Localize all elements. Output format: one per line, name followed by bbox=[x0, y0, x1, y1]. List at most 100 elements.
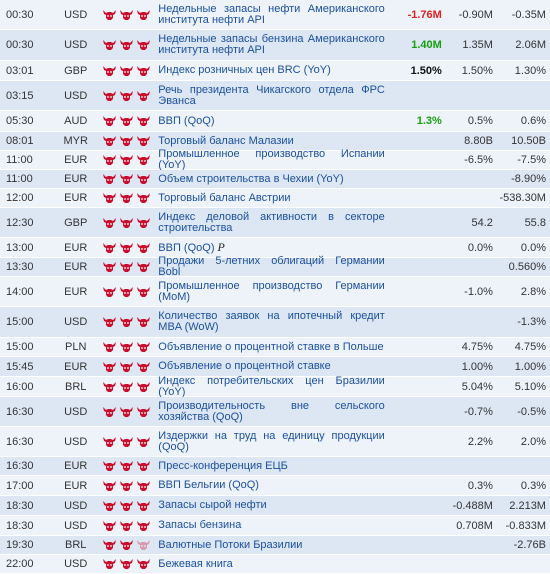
bull-icon bbox=[102, 135, 117, 147]
importance-rating bbox=[100, 65, 155, 77]
calendar-row[interactable]: 13:30 EUR Продажи 5-летних облигаций Гер… bbox=[0, 256, 550, 278]
event-time: 15:00 bbox=[6, 316, 34, 328]
event-name-link[interactable]: Объем строительства в Чехии (YoY) bbox=[155, 173, 390, 185]
event-name-link[interactable]: Речь президента Чикагского отдела ФРС Эв… bbox=[155, 84, 390, 107]
event-name[interactable]: Производительность вне сельского хозяйст… bbox=[158, 400, 384, 423]
event-name[interactable]: Количество заявок на ипотечный кредит MB… bbox=[158, 310, 384, 333]
previous-value: 10.50B bbox=[511, 135, 546, 147]
event-time: 00:30 bbox=[6, 39, 34, 51]
calendar-row[interactable]: 15:00 PLN Объявление о процентной ставке… bbox=[0, 338, 550, 357]
event-name[interactable]: Валютные Потоки Бразилии bbox=[158, 539, 302, 551]
calendar-row[interactable]: 12:30 GBP Индекс деловой активности в се… bbox=[0, 208, 550, 238]
calendar-row[interactable]: 16:00 BRL Индекс потребительских цен Бра… bbox=[0, 375, 550, 398]
event-name[interactable]: Объявление о процентной ставке bbox=[158, 360, 330, 372]
event-name-link[interactable]: Промышленное производство Германии (MoM) bbox=[155, 280, 390, 303]
event-name-link[interactable]: Объявление о процентной ставке в Польше bbox=[155, 341, 390, 353]
event-name[interactable]: Промышленное производство Германии (MoM) bbox=[158, 280, 384, 303]
event-name-link[interactable]: Индекс розничных цен BRC (YoY) bbox=[155, 65, 390, 76]
event-name-link[interactable]: Торговый баланс Австрии bbox=[155, 192, 390, 204]
event-name-link[interactable]: Пресс-конференция ЕЦБ bbox=[155, 460, 390, 472]
importance-rating bbox=[100, 173, 155, 185]
event-name-link[interactable]: Запасы сырой нефти bbox=[155, 500, 390, 511]
event-name[interactable]: Индекс деловой активности в секторе стро… bbox=[158, 211, 384, 234]
event-name[interactable]: Индекс розничных цен BRC (YoY) bbox=[158, 64, 330, 76]
event-name[interactable]: Пресс-конференция ЕЦБ bbox=[158, 460, 288, 472]
calendar-row[interactable]: 18:30 USD Запасы бензина 0.708M -0.833M bbox=[0, 516, 550, 536]
event-name[interactable]: Запасы бензина bbox=[158, 519, 241, 531]
event-name-link[interactable]: Торговый баланс Малазии bbox=[155, 135, 390, 147]
calendar-row[interactable]: 22:00 USD Бежевая книга bbox=[0, 555, 550, 574]
calendar-row[interactable]: 18:30 USD Запасы сырой нефти -0.488M 2.2… bbox=[0, 496, 550, 516]
event-name[interactable]: Продажи 5-летних облигаций Германии Bobl bbox=[158, 255, 384, 278]
importance-rating bbox=[100, 90, 155, 102]
event-name[interactable]: Торговый баланс Малазии bbox=[158, 135, 293, 147]
event-name-link[interactable]: ВВП Бельгии (QoQ) bbox=[155, 480, 390, 491]
event-time: 03:15 bbox=[6, 89, 34, 102]
previous-value: 4.75% bbox=[514, 341, 546, 353]
calendar-row[interactable]: 00:30 USD Недельные запасы бензина Амери… bbox=[0, 30, 550, 61]
importance-rating bbox=[100, 558, 155, 570]
previous-value: 1.30% bbox=[514, 64, 546, 77]
event-name-link[interactable]: ВВП (QoQ) bbox=[155, 115, 390, 127]
previous-value: 2.06M bbox=[515, 39, 546, 51]
event-name-link[interactable]: Недельные запасы нефти Американского инс… bbox=[155, 3, 390, 26]
event-name[interactable]: Объем строительства в Чехии (YoY) bbox=[158, 173, 343, 185]
calendar-row[interactable]: 16:30 USD Издержки на труд на единицу пр… bbox=[0, 427, 550, 457]
calendar-row[interactable]: 17:00 EUR ВВП Бельгии (QoQ) 0.3% 0.3% bbox=[0, 476, 550, 496]
event-name[interactable]: Запасы сырой нефти bbox=[158, 499, 266, 511]
event-name-link[interactable]: Производительность вне сельского хозяйст… bbox=[155, 400, 390, 423]
calendar-row[interactable]: 11:00 EUR Объем строительства в Чехии (Y… bbox=[0, 170, 550, 189]
event-time: 00:30 bbox=[6, 8, 34, 21]
calendar-row[interactable]: 16:30 USD Производительность вне сельско… bbox=[0, 397, 550, 427]
event-name[interactable]: ВВП (QoQ) bbox=[158, 115, 214, 127]
bull-icon bbox=[136, 9, 151, 21]
event-name[interactable]: ВВП Бельгии (QoQ) bbox=[158, 479, 259, 491]
event-name-link[interactable]: Количество заявок на ипотечный кредит MB… bbox=[155, 311, 390, 333]
event-name[interactable]: Объявление о процентной ставке в Польше bbox=[158, 341, 383, 353]
event-currency: USD bbox=[64, 405, 88, 418]
event-name[interactable]: Недельные запасы бензина Американского и… bbox=[158, 33, 384, 56]
event-name-link[interactable]: Промышленное производство Испании (YoY) bbox=[155, 149, 390, 171]
event-name[interactable]: Издержки на труд на единицу продукции (Q… bbox=[158, 430, 384, 453]
calendar-row[interactable]: 00:30 USD Недельные запасы нефти Америка… bbox=[0, 0, 550, 30]
importance-rating bbox=[100, 341, 155, 353]
event-name[interactable]: ВВП (QoQ) bbox=[158, 242, 214, 254]
calendar-row[interactable]: 11:00 EUR Промышленное производство Испа… bbox=[0, 149, 550, 171]
calendar-row[interactable]: 03:01 GBP Индекс розничных цен BRC (YoY)… bbox=[0, 61, 550, 81]
event-name-link[interactable]: Издержки на труд на единицу продукции (Q… bbox=[155, 430, 390, 453]
bull-icon bbox=[119, 539, 134, 551]
event-name[interactable]: Промышленное производство Испании (YoY) bbox=[158, 148, 384, 171]
forecast-value: -0.7% bbox=[464, 405, 493, 418]
previous-value: -7.5% bbox=[517, 154, 546, 166]
previous-value: 1.00% bbox=[514, 360, 546, 373]
bull-icon bbox=[102, 9, 117, 21]
calendar-row[interactable]: 03:15 USD Речь президента Чикагского отд… bbox=[0, 81, 550, 111]
bull-icon bbox=[136, 192, 151, 204]
calendar-row[interactable]: 19:30 BRL Валютные Потоки Бразилии -2.76… bbox=[0, 536, 550, 555]
forecast-value: 8.80B bbox=[464, 135, 493, 147]
bull-icon bbox=[119, 65, 134, 77]
event-name-link[interactable]: Объявление о процентной ставке bbox=[155, 361, 390, 372]
event-name-link[interactable]: Индекс деловой активности в секторе стро… bbox=[155, 211, 390, 234]
event-name[interactable]: Недельные запасы нефти Американского инс… bbox=[158, 3, 384, 26]
event-name-link[interactable]: ВВП (QoQ) P bbox=[155, 241, 390, 254]
event-time: 16:30 bbox=[6, 460, 34, 472]
event-name-link[interactable]: Недельные запасы бензина Американского и… bbox=[155, 34, 390, 56]
event-name[interactable]: Бежевая книга bbox=[158, 558, 232, 570]
event-name[interactable]: Торговый баланс Австрии bbox=[158, 192, 290, 204]
calendar-row[interactable]: 15:00 USD Количество заявок на ипотечный… bbox=[0, 307, 550, 338]
calendar-row[interactable]: 16:30 EUR Пресс-конференция ЕЦБ bbox=[0, 457, 550, 476]
event-name[interactable]: Речь президента Чикагского отдела ФРС Эв… bbox=[158, 84, 384, 107]
calendar-row[interactable]: 05:30 AUD ВВП (QoQ) 1.3% 0.5% 0.6% bbox=[0, 111, 550, 132]
event-name[interactable]: Индекс потребительских цен Бразилии (YoY… bbox=[158, 375, 384, 398]
event-name-link[interactable]: Индекс потребительских цен Бразилии (YoY… bbox=[155, 375, 390, 398]
previous-value: 0.0% bbox=[520, 241, 546, 254]
bull-icon bbox=[136, 436, 151, 448]
calendar-row[interactable]: 12:00 EUR Торговый баланс Австрии -538.3… bbox=[0, 189, 550, 208]
calendar-row[interactable]: 14:00 EUR Промышленное производство Герм… bbox=[0, 277, 550, 307]
event-name-link[interactable]: Продажи 5-летних облигаций Германии Bobl bbox=[155, 256, 390, 278]
bull-icon bbox=[102, 115, 117, 127]
event-name-link[interactable]: Валютные Потоки Бразилии bbox=[155, 539, 390, 551]
event-name-link[interactable]: Бежевая книга bbox=[155, 558, 390, 570]
bull-icon bbox=[136, 341, 151, 353]
